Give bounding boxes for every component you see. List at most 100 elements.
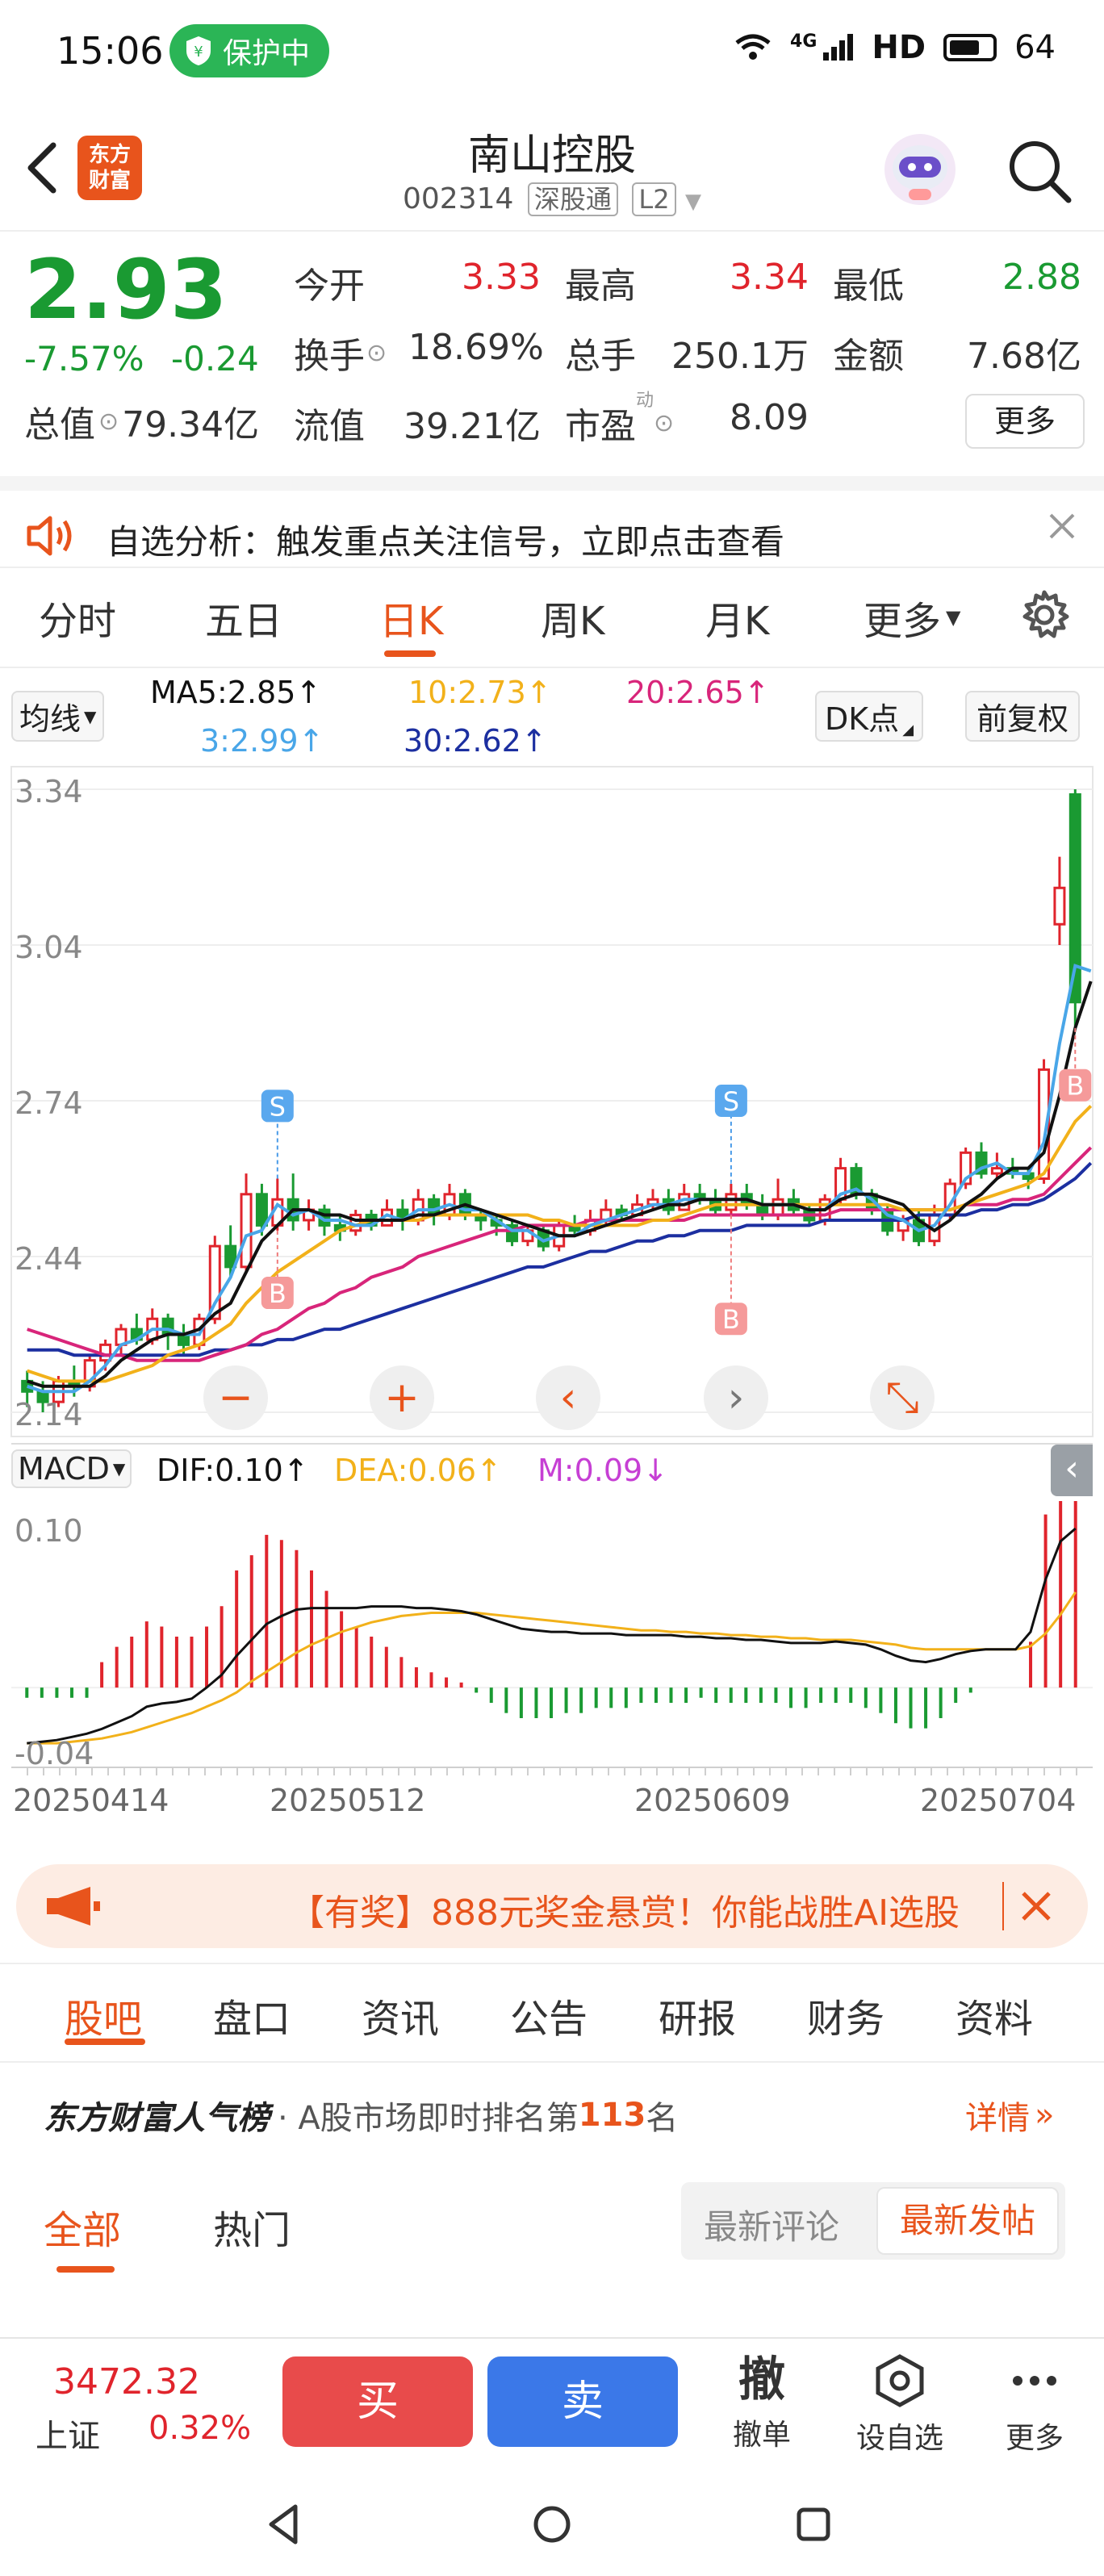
protect-badge[interactable]: ¥ 保护中 bbox=[169, 24, 330, 77]
more-label: 更多 bbox=[1005, 2422, 1064, 2455]
caret-down-icon: ▼ bbox=[112, 1459, 126, 1478]
info-icon[interactable]: ⊙ bbox=[654, 409, 674, 437]
caret-down-icon: ▼ bbox=[84, 706, 97, 726]
tab-finance[interactable]: 财务 bbox=[807, 1987, 884, 2043]
candle-body bbox=[240, 1193, 253, 1269]
robot-assistant-icon[interactable] bbox=[880, 129, 960, 210]
pan-right-icon: › bbox=[727, 1374, 745, 1422]
sell-button[interactable]: 卖 bbox=[487, 2356, 678, 2447]
corner-icon: ◢ bbox=[902, 721, 914, 738]
marker-label: B bbox=[722, 1304, 740, 1335]
dk-point-button[interactable]: DK点 ◢ bbox=[815, 691, 924, 742]
tab-more[interactable]: 更多 ▼ bbox=[864, 589, 960, 646]
close-icon[interactable] bbox=[1020, 1890, 1052, 1922]
nav-home-icon[interactable] bbox=[528, 2500, 576, 2549]
zoom-in-icon: + bbox=[384, 1374, 420, 1422]
level-tag: L2 bbox=[632, 182, 676, 216]
tab-daily-k[interactable]: 日K bbox=[379, 589, 443, 646]
analysis-notice[interactable]: 自选分析：触发重点关注信号，立即点击查看 bbox=[0, 476, 1104, 581]
macd-selector[interactable]: MACD ▼ bbox=[11, 1449, 132, 1488]
search-icon[interactable] bbox=[1006, 137, 1073, 205]
feed-tab-hot[interactable]: 热门 bbox=[213, 2198, 291, 2255]
feed-tab-indicator bbox=[56, 2266, 115, 2273]
market-tag: 深股通 bbox=[527, 182, 618, 216]
add-watchlist-label: 设自选 bbox=[855, 2422, 943, 2455]
nav-back-icon[interactable] bbox=[260, 2500, 308, 2549]
divider bbox=[0, 1963, 1104, 1964]
indicator-selector[interactable]: 均线 ▼ bbox=[11, 691, 105, 742]
tab-research[interactable]: 研报 bbox=[659, 1987, 736, 2043]
divider bbox=[0, 2061, 1104, 2063]
tab-weekly-k[interactable]: 周K bbox=[541, 589, 604, 646]
tab-news[interactable]: 资讯 bbox=[362, 1987, 439, 2043]
buy-button[interactable]: 买 bbox=[282, 2356, 473, 2447]
ma3-legend: 3:2.99↑ bbox=[200, 723, 324, 759]
tab-profile[interactable]: 资料 bbox=[956, 1987, 1033, 2043]
popularity-rank[interactable]: 东方财富人气榜 · A股市场即时排名第 113 名 bbox=[44, 2092, 678, 2139]
pe-label-wrap: 市盈 动 ⊙ bbox=[565, 386, 674, 449]
info-icon[interactable]: ⊙ bbox=[366, 339, 387, 367]
more-quote-button[interactable]: 更多 bbox=[965, 394, 1085, 449]
divider bbox=[0, 567, 1104, 568]
y-tick-label: 2.74 bbox=[15, 1085, 83, 1121]
x-tick-label: 20250414 bbox=[13, 1783, 169, 1818]
add-watchlist-button[interactable]: 设自选 bbox=[839, 2347, 960, 2460]
dropdown-icon: ▼ bbox=[685, 190, 701, 214]
network-label: 4G bbox=[790, 31, 818, 52]
caret-down-icon: ▼ bbox=[946, 606, 961, 629]
hexagon-icon bbox=[876, 2354, 924, 2407]
battery-icon bbox=[943, 34, 997, 61]
high-value: 3.34 bbox=[730, 257, 809, 298]
ma10-legend: 10:2.73↑ bbox=[408, 675, 552, 710]
ma3-line bbox=[27, 964, 1092, 1394]
tab-pankou[interactable]: 盘口 bbox=[213, 1987, 291, 2043]
zoom-out-button[interactable]: − bbox=[203, 1365, 268, 1430]
pe-label: 市盈 bbox=[565, 406, 636, 447]
candle-body bbox=[772, 1198, 784, 1217]
amount-label: 金额 bbox=[833, 336, 904, 377]
volume-label: 总手 bbox=[565, 336, 636, 377]
pan-left-button[interactable]: ‹ bbox=[536, 1365, 600, 1430]
active-section-indicator bbox=[65, 2039, 145, 2045]
mktcap-value: 79.34亿 bbox=[122, 404, 260, 445]
feed-tab-all[interactable]: 全部 bbox=[44, 2198, 121, 2255]
adjust-button[interactable]: 前复权 bbox=[965, 691, 1081, 742]
low-value: 2.88 bbox=[1002, 257, 1081, 298]
fullscreen-button[interactable]: ⤡ bbox=[870, 1365, 935, 1430]
tab-monthly-k[interactable]: 月K bbox=[705, 589, 769, 646]
settings-gear-icon[interactable] bbox=[1018, 589, 1070, 641]
sort-toggle: 最新评论 最新发帖 bbox=[681, 2182, 1065, 2260]
ma20-legend: 20:2.65↑ bbox=[626, 675, 770, 710]
ma30-legend: 30:2.62↑ bbox=[404, 723, 547, 759]
y-tick-label: 3.04 bbox=[15, 930, 83, 965]
tab-guba[interactable]: 股吧 bbox=[65, 1987, 142, 2043]
hd-label: HD bbox=[872, 29, 926, 66]
svg-text:¥: ¥ bbox=[194, 44, 203, 61]
ad-banner[interactable]: 【有奖】888元奖金悬赏！你能战胜AI选股 bbox=[16, 1864, 1088, 1948]
marker-label: S bbox=[270, 1091, 286, 1122]
close-icon[interactable] bbox=[1046, 510, 1078, 542]
more-button[interactable]: 更多 bbox=[980, 2347, 1089, 2460]
tab-announcements[interactable]: 公告 bbox=[510, 1987, 588, 2043]
marker-label: B bbox=[1066, 1071, 1084, 1102]
ad-text: 【有奖】888元奖金悬赏！你能战胜AI选股 bbox=[289, 1892, 960, 1934]
macd-chart[interactable]: 0.10 -0.04 20250414 20250512 20250609 2025070… bbox=[0, 1501, 1104, 1840]
pan-right-button[interactable]: › bbox=[704, 1365, 768, 1430]
rank-detail-link[interactable]: 详情 » bbox=[965, 2092, 1054, 2139]
tab-intraday[interactable]: 分时 bbox=[39, 589, 116, 646]
zoom-out-icon: − bbox=[218, 1374, 253, 1422]
sort-latest-comment[interactable]: 最新评论 bbox=[704, 2200, 839, 2249]
info-icon[interactable]: ⊙ bbox=[98, 408, 119, 436]
nav-recents-icon[interactable] bbox=[789, 2500, 838, 2549]
sort-latest-post[interactable]: 最新发帖 bbox=[876, 2187, 1059, 2255]
zoom-in-button[interactable]: + bbox=[370, 1365, 434, 1430]
collapse-panel-button[interactable]: ‹ bbox=[1051, 1445, 1093, 1496]
cancel-order-button[interactable]: 撤 撤单 bbox=[707, 2347, 817, 2460]
ma5-legend: MA5:2.85↑ bbox=[150, 675, 322, 710]
signal-icon bbox=[823, 34, 854, 61]
float-value: 39.21亿 bbox=[404, 406, 541, 447]
candlestick-chart[interactable]: S B S B B 3.34 3.04 2.74 2.44 2.14 bbox=[0, 759, 1104, 1445]
macd-dif-legend: DIF:0.10↑ bbox=[157, 1453, 309, 1488]
open-label: 今开 bbox=[294, 266, 365, 307]
tab-five-day[interactable]: 五日 bbox=[205, 589, 282, 646]
